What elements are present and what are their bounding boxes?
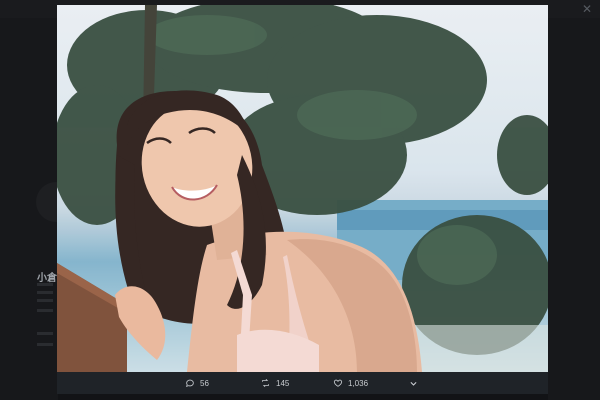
- chevron-down-icon: [410, 381, 417, 386]
- bio-line: [37, 299, 53, 302]
- heart-icon: [333, 379, 343, 387]
- reply-icon: [185, 379, 194, 388]
- like-count: 1,036: [348, 378, 369, 388]
- retweet-count: 145: [276, 378, 290, 388]
- bio-line: [37, 291, 53, 294]
- reply-button[interactable]: 56: [185, 378, 209, 388]
- reply-count: 56: [200, 378, 209, 388]
- more-options-button[interactable]: [409, 379, 418, 388]
- photo-illustration: [57, 5, 548, 372]
- retweet-icon: [262, 378, 269, 388]
- close-icon[interactable]: ✕: [582, 2, 592, 16]
- author-name[interactable]: 小倉: [37, 269, 57, 284]
- bio-line: [37, 283, 53, 286]
- like-button[interactable]: 1,036: [333, 378, 368, 388]
- media-photo[interactable]: [57, 5, 548, 372]
- bio-line: [37, 309, 53, 312]
- retweet-button[interactable]: 145: [260, 378, 289, 388]
- media-action-bar: 56 145 1,036: [57, 372, 548, 394]
- bio-line: [37, 332, 53, 335]
- right-column: [548, 18, 600, 400]
- bio-line: [37, 343, 53, 346]
